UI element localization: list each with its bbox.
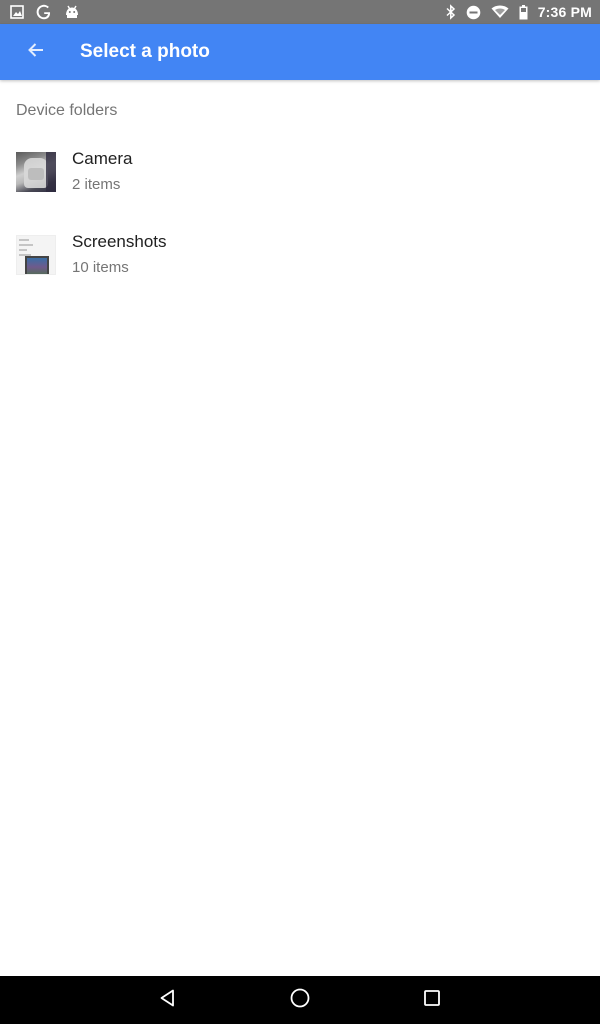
- home-icon: [289, 987, 311, 1014]
- nav-recents-button[interactable]: [410, 978, 454, 1022]
- do-not-disturb-icon: [466, 4, 481, 20]
- folder-count: 10 items: [72, 259, 129, 276]
- recents-icon: [423, 989, 441, 1012]
- image-icon: [10, 4, 24, 20]
- wifi-icon: [491, 4, 509, 20]
- status-time: 7:36 PM: [537, 4, 592, 20]
- page-title: Select a photo: [80, 41, 210, 62]
- bluetooth-icon: [446, 4, 456, 20]
- back-icon: [158, 988, 178, 1013]
- app-bar: Select a photo: [0, 24, 600, 80]
- folder-text: Screenshots 10 items: [72, 231, 167, 278]
- status-left-icons: [10, 4, 80, 20]
- section-header: Device folders: [16, 102, 118, 119]
- folder-name: Screenshots: [72, 232, 167, 251]
- back-button[interactable]: [8, 24, 64, 80]
- status-bar: 7:36 PM: [0, 0, 600, 24]
- arrow-left-icon: [26, 40, 46, 65]
- folder-item-camera[interactable]: Camera 2 items: [0, 144, 600, 227]
- folder-text: Camera 2 items: [72, 148, 132, 195]
- nav-home-button[interactable]: [278, 978, 322, 1022]
- folder-name: Camera: [72, 149, 133, 168]
- folder-count: 2 items: [72, 176, 121, 193]
- status-right-icons: 7:36 PM: [446, 4, 592, 20]
- folder-item-screenshots[interactable]: Screenshots 10 items: [0, 227, 600, 310]
- nav-back-button[interactable]: [146, 978, 190, 1022]
- screenshots-thumbnail: [16, 235, 56, 275]
- folder-list: Device folders Camera 2 items Screenshot…: [0, 80, 600, 310]
- google-icon: [36, 4, 52, 20]
- battery-icon: [519, 4, 528, 20]
- navigation-bar: [0, 976, 600, 1024]
- camera-thumbnail: [16, 152, 56, 192]
- android-icon: [64, 4, 80, 20]
